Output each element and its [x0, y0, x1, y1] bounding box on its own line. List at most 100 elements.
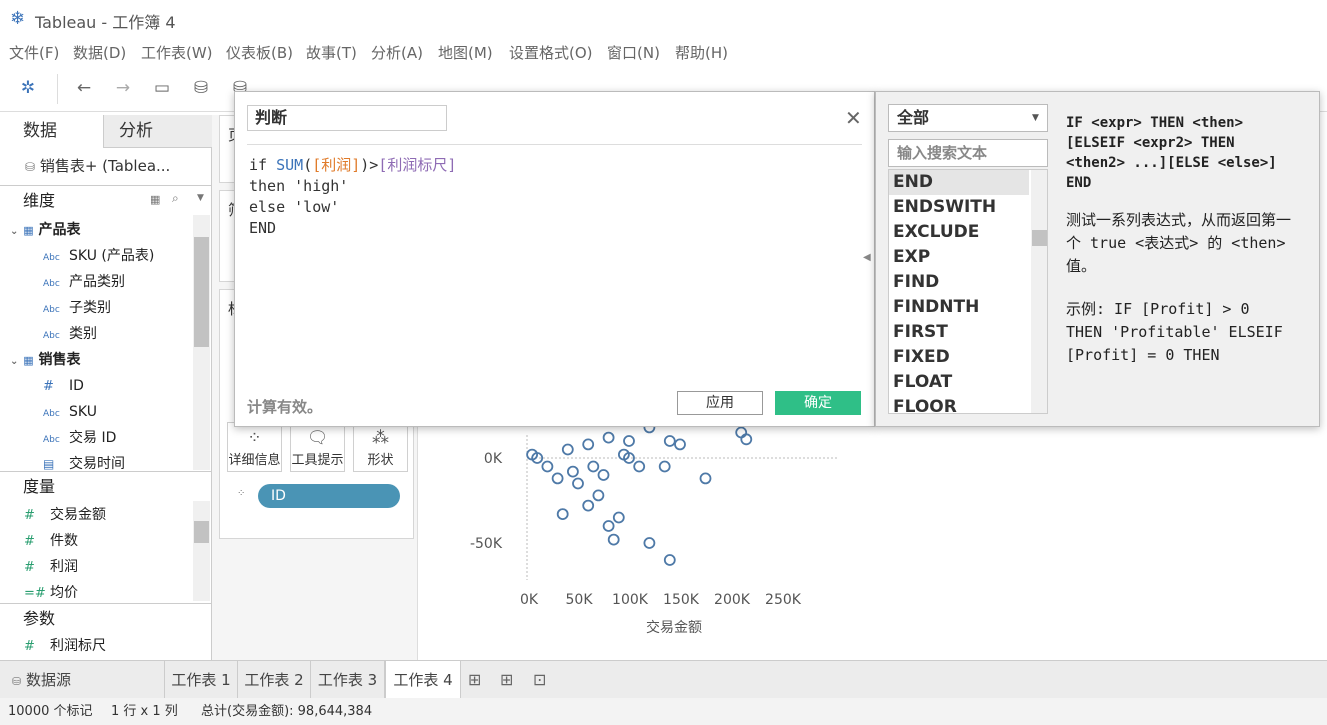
field-item[interactable]: Abc 类别	[43, 321, 97, 347]
scatter-point[interactable]	[566, 465, 579, 478]
scatter-point[interactable]	[623, 435, 635, 447]
scatter-point[interactable]	[572, 477, 584, 490]
new-sheet-icon[interactable]: ⊞	[468, 670, 481, 689]
menu-data[interactable]: 数据(D)	[73, 42, 126, 63]
tab-analysis[interactable]: 分析	[103, 115, 212, 148]
scatter-point[interactable]	[735, 426, 748, 439]
scatter-point[interactable]	[633, 460, 646, 473]
tab-data[interactable]: 数据	[0, 115, 103, 148]
field-item[interactable]: Abc 子类别	[43, 295, 111, 321]
tab-sheet-4[interactable]: 工作表 4	[385, 661, 461, 699]
menu-story[interactable]: 故事(T)	[306, 42, 357, 63]
function-item[interactable]: FIRST	[893, 320, 948, 345]
collapse-arrow-icon[interactable]: ◀	[863, 252, 871, 263]
add-datasource-icon[interactable]: ⛁	[189, 76, 213, 100]
list-view-icon[interactable]: ▦	[150, 193, 160, 206]
parameter-item[interactable]: # 利润标尺	[24, 633, 106, 659]
calc-status: 计算有效。	[247, 398, 323, 416]
function-item[interactable]: FIND	[893, 270, 939, 295]
scatter-point[interactable]	[582, 499, 595, 512]
measure-item[interactable]: # 件数	[24, 528, 78, 554]
tableau-home-icon[interactable]: ✲	[16, 76, 40, 100]
save-icon[interactable]: ▭	[150, 76, 174, 100]
scatter-point[interactable]	[602, 431, 615, 444]
scatter-point[interactable]	[541, 460, 554, 473]
tab-sheet-3[interactable]: 工作表 3	[311, 661, 385, 699]
menu-format[interactable]: 设置格式(O)	[509, 42, 593, 63]
scatter-point[interactable]	[643, 537, 656, 549]
scatter-point[interactable]	[658, 460, 671, 473]
function-item[interactable]: ENDSWITH	[893, 195, 996, 220]
dimensions-scrollbar[interactable]	[193, 215, 210, 470]
back-arrow-icon[interactable]: ←	[72, 76, 96, 100]
function-list-scrollbar[interactable]	[1031, 170, 1047, 413]
table-group-sales[interactable]: ⌄ ▦ 销售表	[10, 347, 81, 373]
tab-sheet-2[interactable]: 工作表 2	[238, 661, 311, 699]
measures-scrollbar[interactable]	[193, 501, 210, 601]
menu-bar: 文件(F) 数据(D) 工作表(W) 仪表板(B) 故事(T) 分析(A) 地图…	[0, 38, 1327, 66]
scatter-point[interactable]	[740, 433, 753, 446]
function-item[interactable]: FLOOR	[893, 395, 957, 413]
scatter-point[interactable]	[592, 489, 605, 502]
menu-window[interactable]: 窗口(N)	[607, 42, 660, 63]
ok-button[interactable]: 确定	[775, 391, 861, 415]
field-item[interactable]: Abc SKU	[43, 399, 97, 425]
field-item[interactable]: Abc 交易 ID	[43, 425, 116, 451]
scatter-point[interactable]	[587, 460, 600, 473]
function-list[interactable]: END ENDSWITH EXCLUDE EXP FIND FINDNTH FI…	[888, 169, 1048, 414]
menu-file[interactable]: 文件(F)	[9, 42, 59, 63]
scatter-point[interactable]	[607, 533, 620, 546]
measure-item[interactable]: # 利润	[24, 554, 78, 580]
apply-button[interactable]: 应用	[677, 391, 763, 415]
scatter-point[interactable]	[551, 472, 564, 485]
scatter-point[interactable]	[674, 438, 686, 451]
function-item[interactable]: FLOAT	[893, 370, 952, 395]
dropdown-arrow-icon[interactable]: ▼	[197, 193, 204, 203]
close-icon[interactable]: ✕	[845, 106, 862, 130]
scatter-point[interactable]	[612, 511, 625, 524]
measure-item[interactable]: # 交易金额	[24, 502, 106, 528]
function-search-input[interactable]: 输入搜索文本	[888, 139, 1048, 167]
tab-sheet-1[interactable]: 工作表 1	[165, 661, 238, 699]
search-icon[interactable]: ⌕	[172, 191, 179, 206]
scatter-point[interactable]	[663, 554, 676, 566]
formula-editor[interactable]: if SUM([利润])>[利润标尺] then 'high' else 'lo…	[249, 155, 456, 239]
detail-button[interactable]: ⁘ 详细信息	[227, 422, 282, 472]
menu-dashboard[interactable]: 仪表板(B)	[226, 42, 293, 63]
menu-help[interactable]: 帮助(H)	[675, 42, 728, 63]
scatter-point[interactable]	[699, 472, 712, 485]
scatter-point[interactable]	[582, 438, 595, 451]
field-item[interactable]: Abc SKU (产品表)	[43, 243, 154, 269]
forward-arrow-icon[interactable]: →	[111, 76, 135, 100]
function-item[interactable]: FINDNTH	[893, 295, 979, 320]
tab-datasource[interactable]: ⛁ 数据源	[0, 661, 165, 699]
id-pill[interactable]: ID	[258, 484, 400, 508]
new-story-icon[interactable]: ⊡	[533, 670, 546, 689]
datasource-icon: ⛁	[12, 675, 22, 688]
scatter-point[interactable]	[561, 443, 574, 456]
field-item[interactable]: # ID	[43, 373, 84, 399]
tooltip-button[interactable]: 🗨 工具提示	[290, 422, 345, 472]
field-item[interactable]: Abc 产品类别	[43, 269, 125, 295]
x-tick: 50K	[566, 592, 594, 608]
menu-analysis[interactable]: 分析(A)	[371, 42, 423, 63]
menu-worksheet[interactable]: 工作表(W)	[141, 42, 213, 63]
scatter-point[interactable]	[602, 520, 615, 532]
function-item[interactable]: EXCLUDE	[893, 220, 979, 245]
scatter-point[interactable]	[597, 469, 610, 481]
data-pane: 数据 分析 ⛁ 销售表+ (Tablea... 维度 ▦ ⌕ ▼ ⌄ ▦ 产品表…	[0, 115, 212, 660]
x-tick: 100K	[612, 592, 649, 608]
new-dashboard-icon[interactable]: ⊞	[500, 670, 513, 689]
table-group-product[interactable]: ⌄ ▦ 产品表	[10, 217, 81, 243]
calc-name-field[interactable]: 判断	[247, 105, 447, 131]
chevron-down-icon: ▼	[1032, 113, 1039, 123]
shape-button[interactable]: ⁂ 形状	[353, 422, 408, 472]
function-item[interactable]: EXP	[893, 245, 930, 270]
function-item[interactable]: END	[893, 170, 933, 195]
function-item[interactable]: FIXED	[893, 345, 950, 370]
scatter-point[interactable]	[556, 508, 569, 521]
scatter-point[interactable]	[663, 435, 676, 447]
datasource-row[interactable]: ⛁ 销售表+ (Tablea...	[25, 155, 170, 176]
function-category-select[interactable]: 全部 ▼	[888, 104, 1048, 132]
menu-map[interactable]: 地图(M)	[438, 42, 493, 63]
